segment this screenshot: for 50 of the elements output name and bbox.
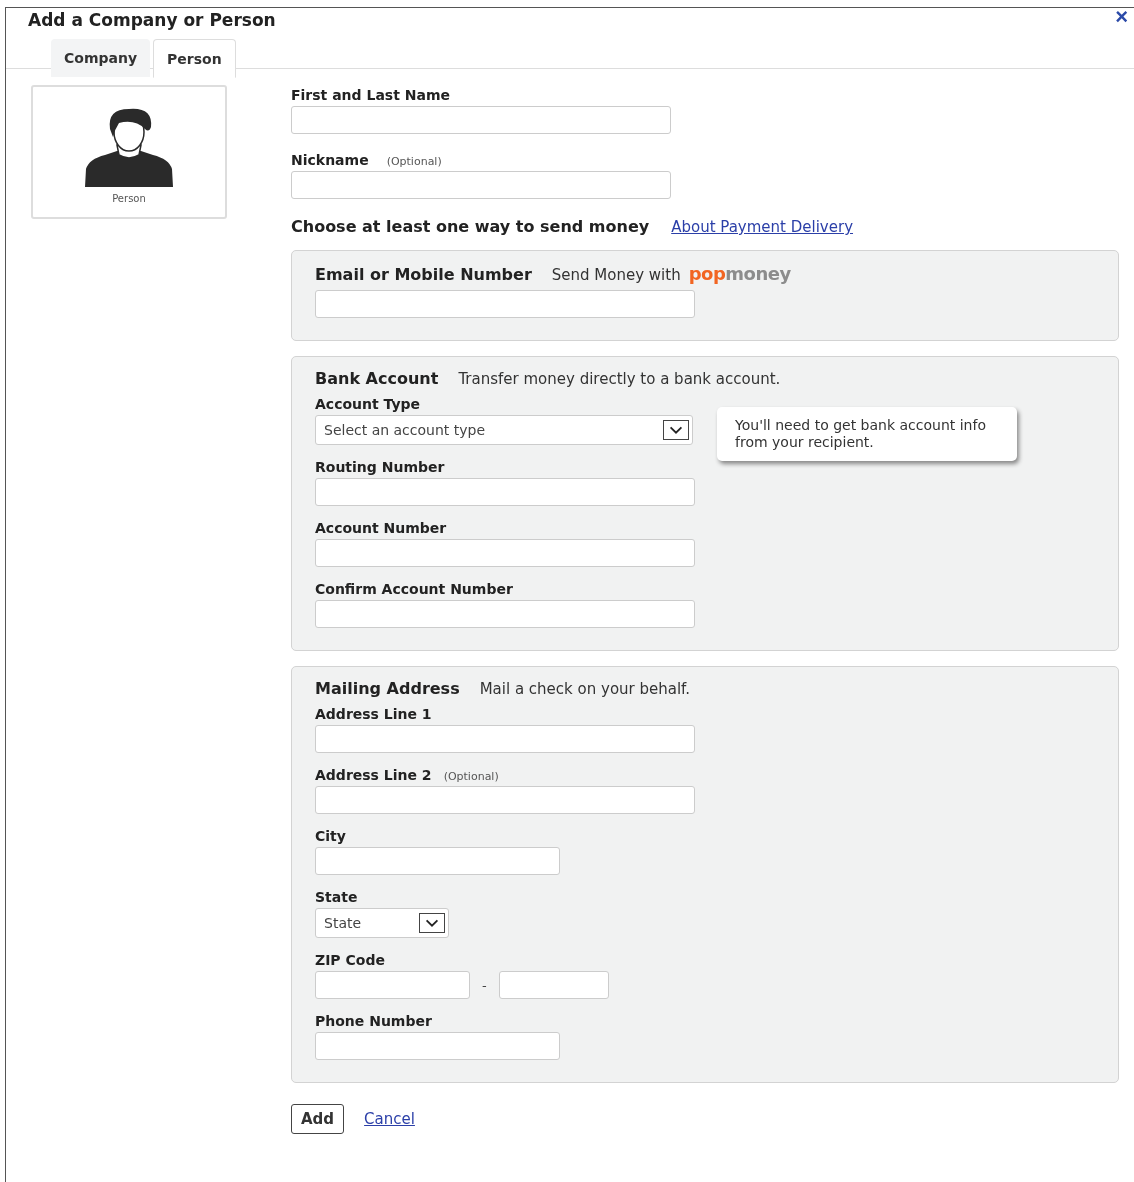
field-label: State	[315, 889, 358, 905]
payment-delivery-link[interactable]: About Payment Delivery	[671, 218, 853, 236]
field-label: ZIP Code	[315, 952, 385, 968]
optional-hint: (Optional)	[386, 155, 442, 168]
optional-hint: (Optional)	[443, 770, 499, 783]
window-title: Add a Company or Person	[27, 9, 276, 30]
field-label: Nickname	[291, 152, 369, 168]
section-title: Bank Account	[315, 369, 439, 388]
input-field[interactable]	[498, 971, 609, 999]
cancel-link[interactable]: Cancel	[364, 1110, 415, 1128]
info-note: You'll need to get bank account info from your recipient.	[717, 407, 1017, 461]
close-button[interactable]: ×	[1115, 6, 1128, 28]
field-label: Account Type	[315, 396, 421, 412]
input-field[interactable]	[315, 725, 695, 753]
input-field[interactable]	[315, 539, 695, 567]
tab[interactable]: Company	[51, 39, 151, 77]
separator-text: -	[482, 977, 487, 993]
avatar-card[interactable]: Person	[31, 85, 227, 219]
section-title: Mailing Address	[315, 679, 460, 698]
send-method-prompt: Choose at least one way to send money	[291, 217, 650, 236]
tab[interactable]: Person	[153, 39, 236, 78]
field-label: Routing Number	[315, 459, 445, 475]
section-subtitle: Mail a check on your behalf.	[479, 680, 691, 698]
input-field[interactable]	[315, 290, 695, 318]
select-field[interactable]: Select an account type	[315, 415, 693, 445]
field-label: Account Number	[315, 520, 447, 536]
input-field[interactable]	[315, 847, 560, 875]
input-field[interactable]	[315, 971, 470, 999]
person-silhouette-icon	[83, 107, 175, 187]
caret-icon	[419, 913, 445, 933]
input-field[interactable]	[291, 106, 671, 134]
input-field[interactable]	[315, 478, 695, 506]
field-label: City	[315, 828, 346, 844]
field-label: Address Line 1	[315, 706, 432, 722]
section-subtitle: Transfer money directly to a bank account.	[458, 370, 781, 388]
section-title: Email or Mobile Number	[315, 265, 532, 284]
select-field[interactable]: State	[315, 908, 449, 938]
field-label: Address Line 2	[315, 767, 432, 783]
field-label: First and Last Name	[291, 87, 450, 103]
section-subtitle: Send Money with	[551, 266, 681, 284]
field-label: Phone Number	[315, 1013, 432, 1029]
input-field[interactable]	[315, 1032, 560, 1060]
avatar-caption: Person	[112, 193, 146, 204]
add-button[interactable]: Add	[291, 1104, 345, 1134]
input-field[interactable]	[291, 171, 671, 199]
input-field[interactable]	[315, 786, 695, 814]
input-field[interactable]	[315, 600, 695, 628]
field-label: Confirm Account Number	[315, 581, 513, 597]
caret-icon	[663, 420, 689, 440]
popmoney-logo: popmoney	[688, 263, 791, 284]
